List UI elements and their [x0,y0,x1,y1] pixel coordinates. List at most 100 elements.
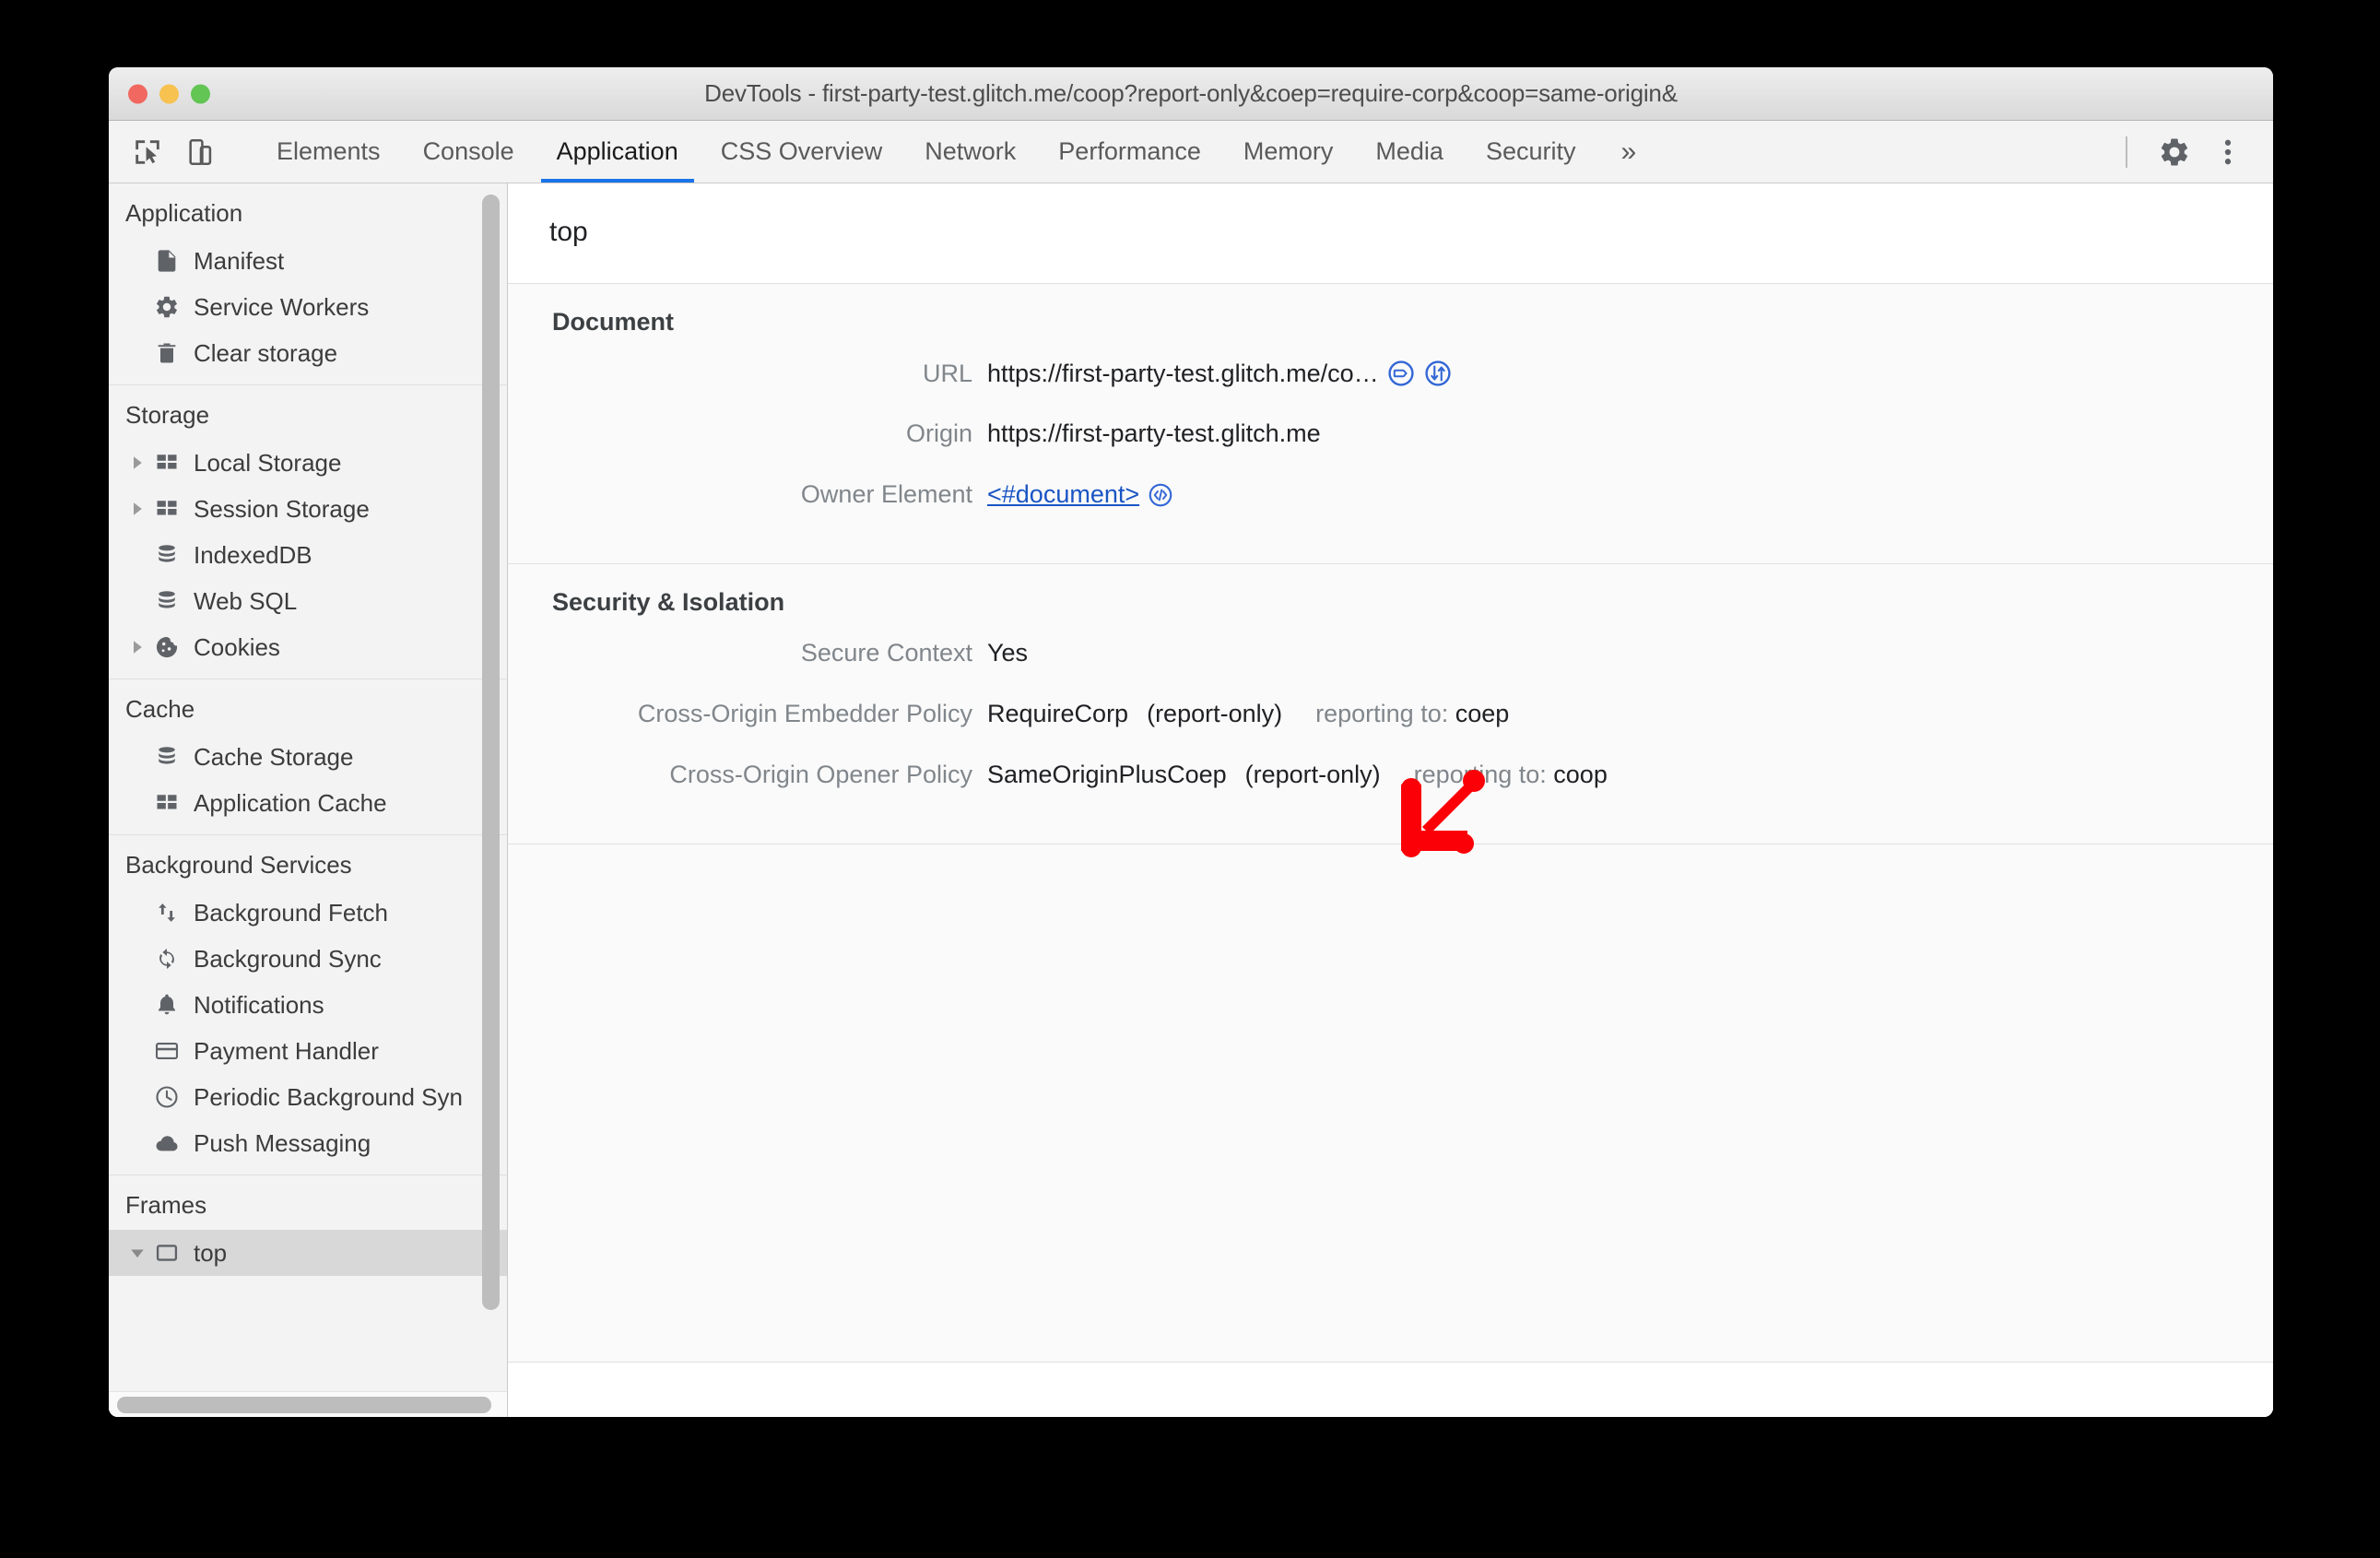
minimize-window-button[interactable] [159,84,179,103]
row-url: URL https://first-party-test.glitch.me/c… [508,353,2273,414]
sidebar-item-label: top [194,1238,228,1267]
more-tabs-button[interactable]: » [1596,121,1658,183]
section-document: Document URL https://first-party-test.gl… [508,284,2273,564]
row-value: Yes [987,639,1028,667]
sidebar-section-application: Application Manifest Service Workers Cle… [109,183,507,385]
section-title: Document [552,308,675,336]
row-cross-origin-opener-policy: Cross-Origin Opener Policy SameOriginPlu… [508,755,2273,816]
sidebar-horizontal-scrollbar-thumb[interactable] [117,1397,491,1413]
tab-performance[interactable]: Performance [1037,121,1222,183]
sidebar-item-push-messaging[interactable]: Push Messaging [109,1120,507,1166]
sidebar-item-application-cache[interactable]: Application Cache [109,780,507,826]
tab-memory[interactable]: Memory [1222,121,1355,183]
sidebar-item-cookies[interactable]: Cookies [109,624,507,670]
sidebar-item-label: Background Fetch [194,898,389,927]
sidebar-item-manifest[interactable]: Manifest [109,238,507,284]
sidebar-section-cache: Cache Cache Storage Application Cache [109,679,507,835]
tab-label: Performance [1058,137,1201,165]
chevron-right-icon[interactable] [125,502,149,516]
chevron-down-icon[interactable] [125,1245,149,1260]
sidebar-item-notifications[interactable]: Notifications [109,982,507,1028]
row-key: Cross-Origin Embedder Policy [637,700,972,727]
sidebar-item-background-fetch[interactable]: Background Fetch [109,890,507,936]
tab-css-overview[interactable]: CSS Overview [700,121,904,183]
devtools-window: DevTools - first-party-test.glitch.me/co… [109,67,2273,1417]
row-cross-origin-embedder-policy: Cross-Origin Embedder Policy RequireCorp… [508,694,2273,755]
row-origin: Origin https://first-party-test.glitch.m… [508,414,2273,475]
clock-icon [149,1084,184,1110]
chevron-double-right-icon: » [1620,136,1636,167]
open-in-network-icon[interactable] [1423,359,1453,388]
frame-details-panel: top Document URL https://first-party-tes… [508,183,2273,1417]
coep-status: (report-only) [1147,700,1283,727]
sidebar-vertical-scrollbar[interactable] [482,195,500,1310]
tab-media[interactable]: Media [1354,121,1465,183]
sidebar-item-cache-storage[interactable]: Cache Storage [109,734,507,780]
sidebar-item-indexeddb[interactable]: IndexedDB [109,532,507,578]
cloud-icon [149,1130,184,1156]
sidebar-item-label: Application Cache [194,788,387,817]
panel-footer [508,1362,2273,1417]
tab-network[interactable]: Network [903,121,1037,183]
panel-tabs: Elements Console Application CSS Overvie… [255,121,1658,183]
sidebar-item-payment-handler[interactable]: Payment Handler [109,1028,507,1074]
owner-element-link[interactable]: <#document> [987,480,1139,509]
database-icon [149,588,184,614]
reveal-in-elements-icon[interactable] [1147,481,1174,509]
more-vertical-icon [2224,139,2232,164]
chevron-right-icon[interactable] [125,640,149,655]
maximize-window-button[interactable] [191,84,210,103]
sidebar-item-background-sync[interactable]: Background Sync [109,936,507,982]
frame-icon [149,1240,184,1266]
tab-application[interactable]: Application [536,121,700,183]
sidebar-item-local-storage[interactable]: Local Storage [109,440,507,486]
tab-label: Media [1375,137,1443,165]
url-text: https://first-party-test.glitch.me/co… [987,359,1379,387]
coep-value: RequireCorp [987,700,1129,727]
devtools-body: Application Manifest Service Workers Cle… [109,183,2273,1417]
sidebar-item-label: Background Sync [194,944,382,973]
sidebar-horizontal-scrollbar[interactable] [109,1391,507,1417]
coep-reporting: reporting to: coep [1315,700,1509,728]
cookie-icon [149,634,184,660]
sidebar-section-background-services: Background Services Background Fetch Bac… [109,835,507,1175]
frame-details-content: Document URL https://first-party-test.gl… [508,283,2273,1362]
tab-security[interactable]: Security [1465,121,1597,183]
sidebar-item-web-sql[interactable]: Web SQL [109,578,507,624]
sidebar-item-label: Cache Storage [194,742,354,771]
sidebar-item-periodic-background-sync[interactable]: Periodic Background Syn [109,1074,507,1120]
database-icon [149,744,184,770]
tab-elements[interactable]: Elements [255,121,402,183]
open-in-sources-icon[interactable] [1386,359,1416,388]
sidebar-item-service-workers[interactable]: Service Workers [109,284,507,330]
sidebar-section-header: Frames [125,1191,207,1219]
toolbar-left-icons [124,121,255,183]
window-title: DevTools - first-party-test.glitch.me/co… [704,79,1678,107]
coop-value: SameOriginPlusCoep [987,761,1227,788]
sidebar-item-label: Cookies [194,632,280,661]
tab-label: Security [1485,137,1576,165]
row-value: https://first-party-test.glitch.me/co… [987,359,1453,388]
title-bar: DevTools - first-party-test.glitch.me/co… [109,67,2273,121]
sidebar-item-clear-storage[interactable]: Clear storage [109,330,507,376]
main-menu-button[interactable] [2203,127,2253,177]
device-toolbar-button[interactable] [177,128,225,176]
row-value: RequireCorp (report-only) reporting to: … [987,700,1509,728]
sidebar-item-frame-top[interactable]: top [109,1230,507,1276]
toolbar-right-divider [2126,136,2127,168]
row-key: Secure Context [800,639,972,667]
page-title: top [549,217,588,247]
inspect-element-button[interactable] [124,128,171,176]
close-window-button[interactable] [128,84,147,103]
chevron-right-icon[interactable] [125,455,149,470]
coop-reporting-label: reporting to: [1413,761,1547,788]
tab-label: Elements [277,137,381,165]
table-icon [149,496,184,522]
sidebar-item-label: Clear storage [194,338,338,367]
settings-button[interactable] [2150,127,2199,177]
sidebar-item-session-storage[interactable]: Session Storage [109,486,507,532]
device-toolbar-icon [189,138,212,165]
tab-console[interactable]: Console [402,121,536,183]
database-icon [149,542,184,568]
gear-icon [149,294,184,320]
